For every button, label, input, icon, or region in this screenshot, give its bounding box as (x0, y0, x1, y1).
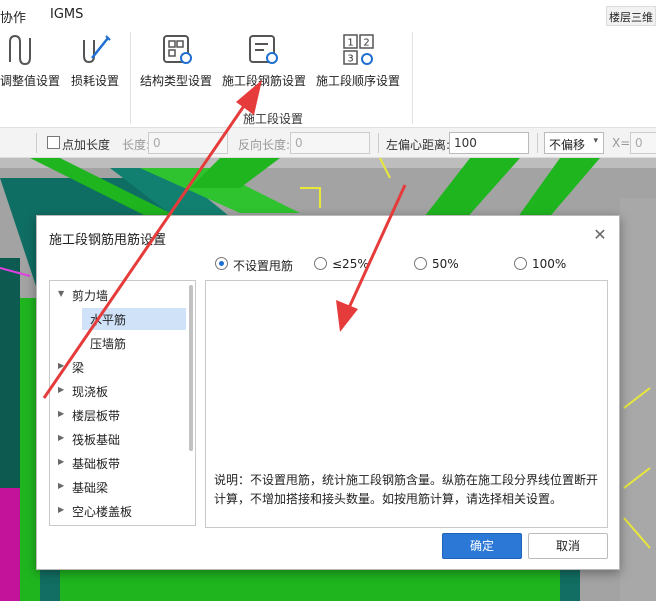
tree-item-shear-wall[interactable]: ▼ 剪力墙 (50, 284, 190, 306)
adjust-value-button[interactable]: 调整值设置 (0, 30, 64, 108)
tree-item-label: 现浇板 (72, 385, 109, 399)
loss-setting-button[interactable]: 损耗设置 (68, 30, 124, 108)
collapsed-arrow-icon[interactable]: ▶ (58, 409, 64, 418)
collapsed-arrow-icon[interactable]: ▶ (58, 433, 64, 442)
segment-order-label: 施工段顺序设置 (316, 74, 401, 88)
x-input[interactable]: 0 (630, 132, 656, 154)
tree-item-cast-slab[interactable]: ▶ 现浇板 (50, 380, 190, 402)
menu-item-igms[interactable]: IGMS (50, 7, 83, 22)
tree-item-horizontal-bar[interactable]: 水平筋 (82, 308, 186, 330)
tree-item-foundation-beam[interactable]: ▶ 基础梁 (50, 476, 190, 498)
ribbon-group-label: 施工段设置 (243, 112, 304, 126)
structure-type-label: 结构类型设置 (140, 74, 213, 88)
chevron-down-icon: ▾ (593, 136, 598, 146)
tree-item-foundation-strip[interactable]: ▶ 基础板带 (50, 452, 190, 474)
ribbon-group-divider (412, 32, 413, 124)
offset-select-value: 不偏移 (549, 138, 586, 152)
ribbon-toolbar: 调整值设置 损耗设置 结构类型设置 施工段钢筋设置 1 2 3 施工段顺序设置 … (0, 30, 656, 128)
tree-item-label: 楼层板带 (72, 409, 121, 423)
tree-item-label: 压墙筋 (90, 337, 127, 351)
adjust-value-icon (9, 34, 31, 66)
add-length-checkbox[interactable] (47, 136, 60, 149)
segment-rebar-label: 施工段钢筋设置 (222, 74, 307, 88)
add-length-label: 点加长度 (62, 138, 111, 152)
loss-setting-label: 损耗设置 (71, 74, 120, 88)
collapsed-arrow-icon[interactable]: ▶ (58, 481, 64, 490)
radio-25-percent-label: ≤25% (332, 257, 369, 271)
radio-button[interactable] (314, 257, 327, 270)
radio-50-percent[interactable]: 50% (414, 256, 474, 274)
tree-item-hollow-slab[interactable]: ▶ 空心楼盖板 (50, 500, 190, 522)
ok-button[interactable]: 确定 (442, 533, 522, 559)
floor-3d-button[interactable]: 楼层三维 (606, 6, 656, 26)
x-label: X= (612, 136, 631, 150)
tree-item-label: 基础板带 (72, 457, 121, 471)
tree-item-wall-pressing-bar[interactable]: 压墙筋 (82, 332, 186, 354)
length-input[interactable]: 0 (148, 132, 228, 154)
radio-button[interactable] (514, 257, 527, 270)
rebar-setting-dialog: 施工段钢筋甩筋设置 ✕ 不设置甩筋 ≤25% 50% 100% ▼ 剪力墙 水平… (36, 215, 620, 570)
tree-item-label: 剪力墙 (72, 289, 109, 303)
segment-order-icon: 1 2 3 (343, 34, 374, 65)
segment-order-button[interactable]: 1 2 3 施工段顺序设置 (314, 30, 404, 108)
radio-25-percent[interactable]: ≤25% (314, 256, 384, 274)
reverse-length-input[interactable]: 0 (290, 132, 370, 154)
structure-type-icon (163, 35, 192, 64)
collapsed-arrow-icon[interactable]: ▶ (58, 361, 64, 370)
left-offset-label: 左偏心距离: (386, 138, 451, 152)
cancel-button[interactable]: 取消 (528, 533, 608, 559)
radio-100-percent[interactable]: 100% (514, 256, 584, 274)
tree-item-label: 空心楼盖板 (72, 505, 133, 519)
left-offset-input[interactable]: 100 (449, 132, 529, 154)
propbar-divider (537, 133, 538, 153)
ribbon-group-divider (130, 32, 131, 124)
collapsed-arrow-icon[interactable]: ▶ (58, 457, 64, 466)
radio-100-percent-label: 100% (532, 257, 567, 271)
menu-item-collab[interactable]: 协作 (0, 7, 26, 26)
segment-rebar-icon (249, 35, 278, 64)
radio-50-percent-label: 50% (432, 257, 459, 271)
dialog-title: 施工段钢筋甩筋设置 (49, 233, 167, 248)
order-digit-3: 3 (347, 54, 353, 65)
component-tree[interactable]: ▼ 剪力墙 水平筋 压墙筋 ▶ 梁 ▶ 现浇板 ▶ 楼层板带 ▶ 筏板基础 ▶ … (49, 280, 196, 526)
adjust-value-label: 调整值设置 (0, 74, 61, 88)
tree-item-floor-strip[interactable]: ▶ 楼层板带 (50, 404, 190, 426)
expanded-arrow-icon[interactable]: ▼ (58, 289, 64, 298)
offset-select[interactable]: 不偏移 ▾ (544, 132, 604, 154)
tree-item-label: 梁 (72, 361, 85, 375)
tree-scrollbar[interactable] (189, 285, 193, 451)
tree-item-label: 水平筋 (90, 313, 127, 327)
setting-preview-panel: 说明：不设置甩筋，统计施工段钢筋含量。纵筋在施工段分界线位置断开计算，不增加搭接… (205, 280, 608, 528)
loss-setting-icon (83, 35, 111, 64)
description-note: 说明：不设置甩筋，统计施工段钢筋含量。纵筋在施工段分界线位置断开计算，不增加搭接… (214, 473, 599, 506)
collapsed-arrow-icon[interactable]: ▶ (58, 505, 64, 514)
tree-item-raft-foundation[interactable]: ▶ 筏板基础 (50, 428, 190, 450)
radio-no-splice-label: 不设置甩筋 (233, 259, 294, 273)
close-icon[interactable]: ✕ (591, 226, 609, 244)
menu-bar: 协作 IGMS 楼层三维 (0, 0, 656, 30)
radio-button[interactable] (414, 257, 427, 270)
property-bar: 点加长度 长度: 0 反向长度: 0 左偏心距离: 100 不偏移 ▾ X= 0 (0, 128, 656, 158)
propbar-divider (36, 133, 37, 153)
tree-item-label: 基础梁 (72, 481, 109, 495)
collapsed-arrow-icon[interactable]: ▶ (58, 385, 64, 394)
segment-rebar-button[interactable]: 施工段钢筋设置 (220, 30, 310, 108)
tree-item-beam[interactable]: ▶ 梁 (50, 356, 190, 378)
tree-item-label: 筏板基础 (72, 433, 121, 447)
length-label: 长度: (122, 138, 151, 152)
radio-button-selected[interactable] (215, 257, 228, 270)
structure-type-button[interactable]: 结构类型设置 (140, 30, 216, 108)
propbar-divider (378, 133, 379, 153)
radio-no-splice[interactable]: 不设置甩筋 (215, 256, 305, 274)
reverse-length-label: 反向长度: (238, 138, 291, 152)
order-digit-2: 2 (363, 38, 369, 49)
order-digit-1: 1 (347, 38, 353, 49)
